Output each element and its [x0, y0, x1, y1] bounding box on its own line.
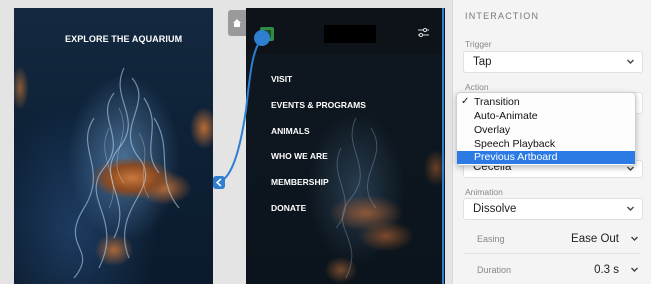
chevron-down-icon — [627, 59, 634, 64]
chevron-down-icon — [631, 236, 638, 241]
animation-select[interactable]: Dissolve — [463, 198, 643, 220]
action-label: Action — [465, 82, 489, 92]
chevron-down-icon — [631, 267, 638, 272]
option-overlay[interactable]: Overlay — [457, 124, 635, 137]
option-label: Transition — [474, 96, 520, 108]
wire-arrow-tab — [213, 176, 225, 189]
checkmark-icon: ✓ — [461, 96, 470, 107]
chevron-down-icon — [627, 206, 634, 211]
option-label: Auto-Animate — [474, 110, 538, 122]
section-heading: INTERACTION — [465, 11, 540, 21]
duration-label: Duration — [477, 265, 512, 275]
action-dropdown-menu[interactable]: ✓ Transition Auto-Animate Overlay Speech… — [456, 92, 636, 166]
option-speech-playback[interactable]: Speech Playback — [457, 138, 635, 151]
easing-select[interactable]: Easing Ease Out — [463, 229, 641, 249]
option-previous-artboard[interactable]: Previous Artboard — [457, 151, 635, 164]
trigger-label: Trigger — [465, 39, 492, 49]
prototype-wire[interactable] — [0, 0, 452, 284]
option-label: Speech Playback — [474, 138, 556, 150]
option-label: Previous Artboard — [474, 151, 558, 163]
duration-value: 0.3 s — [594, 264, 619, 276]
wire-handle — [254, 30, 270, 46]
animation-label: Animation — [465, 187, 503, 197]
duration-select[interactable]: Duration 0.3 s — [463, 260, 641, 280]
option-transition[interactable]: ✓ Transition — [457, 96, 635, 109]
animation-value: Dissolve — [473, 203, 517, 215]
option-auto-animate[interactable]: Auto-Animate — [457, 110, 635, 123]
divider — [463, 253, 641, 254]
easing-value: Ease Out — [571, 233, 619, 245]
trigger-value: Tap — [473, 56, 492, 68]
easing-label: Easing — [477, 234, 505, 244]
design-canvas[interactable]: EXPLORE THE AQUARIUM VISIT EVENTS & PROG… — [0, 0, 452, 284]
trigger-select[interactable]: Tap — [463, 51, 643, 73]
option-label: Overlay — [474, 124, 511, 136]
